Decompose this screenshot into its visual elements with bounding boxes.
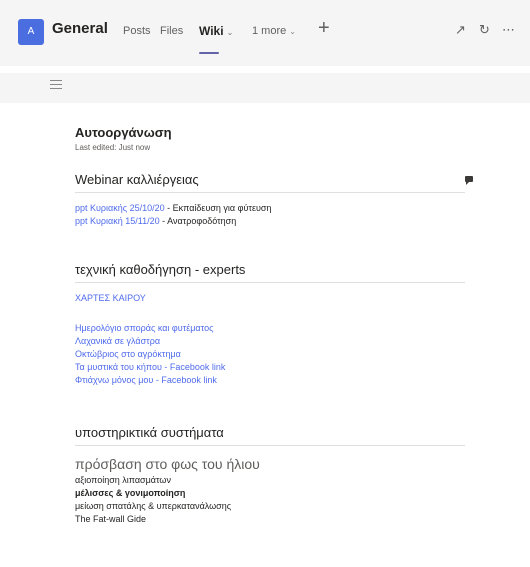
section-title[interactable]: τεχνική καθοδήγηση - experts [75,262,465,283]
wiki-page: Αυτοοργάνωση Last edited: Just now Webin… [75,125,475,526]
section-title-text: τεχνική καθοδήγηση - experts [75,262,246,277]
tab-wiki[interactable]: Wiki ⌄ [199,24,233,38]
section-title[interactable]: Webinar καλλιέργειας [75,172,473,193]
add-tab-icon[interactable]: + [318,17,330,40]
link[interactable]: Οκτώβριος στο αγρόκτημα [75,348,475,361]
list-item: ppt Κυριακής 25/10/20 - Εκπαίδευση για φ… [75,202,475,215]
chevron-down-icon: ⌄ [226,28,234,37]
team-avatar[interactable]: A [18,19,44,45]
list-item: ppt Κυριακή 15/11/20 - Ανατροφοδότηση [75,215,475,228]
link[interactable]: Λαχανικά σε γλάστρα [75,335,475,348]
list-item: μέλισσες & γονιμοποίηση [75,488,186,498]
link[interactable]: ppt Κυριακής 25/10/20 [75,203,165,213]
channel-header: A General Posts Files Wiki ⌄ 1 more ⌄ + ↗ … [0,0,530,66]
line-text: - Ανατροφοδότηση [159,216,237,226]
tab-more-label: 1 more [252,25,287,37]
more-icon[interactable]: ⋯ [502,22,515,38]
refresh-icon[interactable]: ↻ [479,22,490,38]
wiki-toolbar [0,73,530,103]
line-text: - Εκπαίδευση για φύτευση [164,203,272,213]
last-edited: Last edited: Just now [75,143,151,152]
link[interactable]: ppt Κυριακή 15/11/20 [75,216,160,226]
tab-more[interactable]: 1 more ⌄ [252,25,296,37]
page-title: Αυτοοργάνωση [75,125,172,140]
link[interactable]: Ημερολόγιο σποράς και φυτέματος [75,322,475,335]
section-title-text: υποστηρικτικά συστήματα [75,425,224,440]
list-item: μείωση σπατάλης & υπερκατανάλωσης [75,501,232,511]
link[interactable]: The Fat-wall Gide [75,513,475,526]
channel-name: General [52,20,108,37]
chevron-down-icon: ⌄ [289,27,296,36]
tab-files[interactable]: Files [160,25,183,37]
expand-icon[interactable]: ↗ [455,22,466,38]
tab-posts[interactable]: Posts [123,25,151,37]
link[interactable]: Τα μυστικά του κήπου - Facebook link [75,361,475,374]
section-title[interactable]: υποστηρικτικά συστήματα [75,425,465,446]
tab-wiki-label: Wiki [199,24,224,38]
link[interactable]: ΧΑΡΤΕΣ ΚΑΙΡΟΥ [75,292,475,305]
list-item: αξιοποίηση λιπασμάτων [75,475,171,485]
menu-icon[interactable] [50,80,62,92]
subheading: πρόσβαση στο φως του ήλιου [75,456,260,472]
comment-icon[interactable] [465,176,473,185]
active-tab-indicator [199,52,219,54]
link[interactable]: Φτιάχνω μόνος μου - Facebook link [75,374,475,387]
section-title-text: Webinar καλλιέργειας [75,172,199,187]
